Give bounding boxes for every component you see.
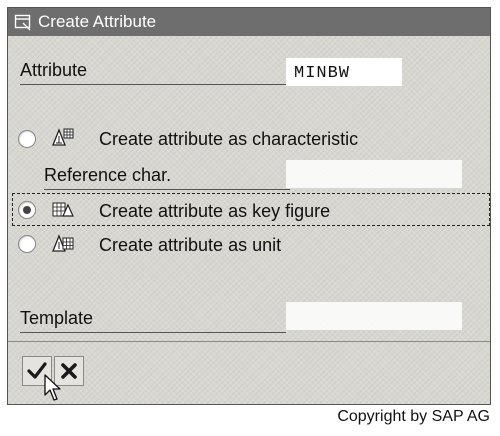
dialog-icon (14, 14, 31, 31)
radio-characteristic[interactable] (18, 130, 36, 148)
characteristic-option-label[interactable]: Create attribute as characteristic (99, 129, 358, 150)
template-input[interactable] (286, 302, 462, 330)
radio-key-figure[interactable] (18, 201, 36, 219)
title-bar: Create Attribute (8, 8, 490, 36)
unit-option-label[interactable]: Create attribute as unit (99, 235, 281, 256)
attribute-input[interactable]: MINBW (286, 58, 402, 86)
radio-unit[interactable] (18, 235, 36, 253)
reference-char-label: Reference char. (44, 165, 172, 185)
template-label: Template (20, 308, 94, 328)
template-label-underline (20, 332, 286, 333)
unit-icon (52, 234, 74, 252)
characteristic-icon (52, 128, 74, 146)
create-attribute-dialog: Create Attribute Attribute MINBW Create … (7, 7, 491, 405)
attribute-label-underline (20, 84, 290, 85)
key-figure-icon (52, 202, 74, 217)
attribute-label: Attribute (20, 60, 88, 80)
mouse-cursor-icon (44, 374, 61, 401)
toolbar-separator (8, 341, 490, 342)
window-title: Create Attribute (38, 12, 157, 31)
copyright-text: Copyright by SAP AG (337, 408, 490, 425)
reference-char-input[interactable] (286, 160, 462, 188)
key-figure-option-label[interactable]: Create attribute as key figure (99, 201, 330, 222)
reference-char-underline (44, 189, 290, 190)
